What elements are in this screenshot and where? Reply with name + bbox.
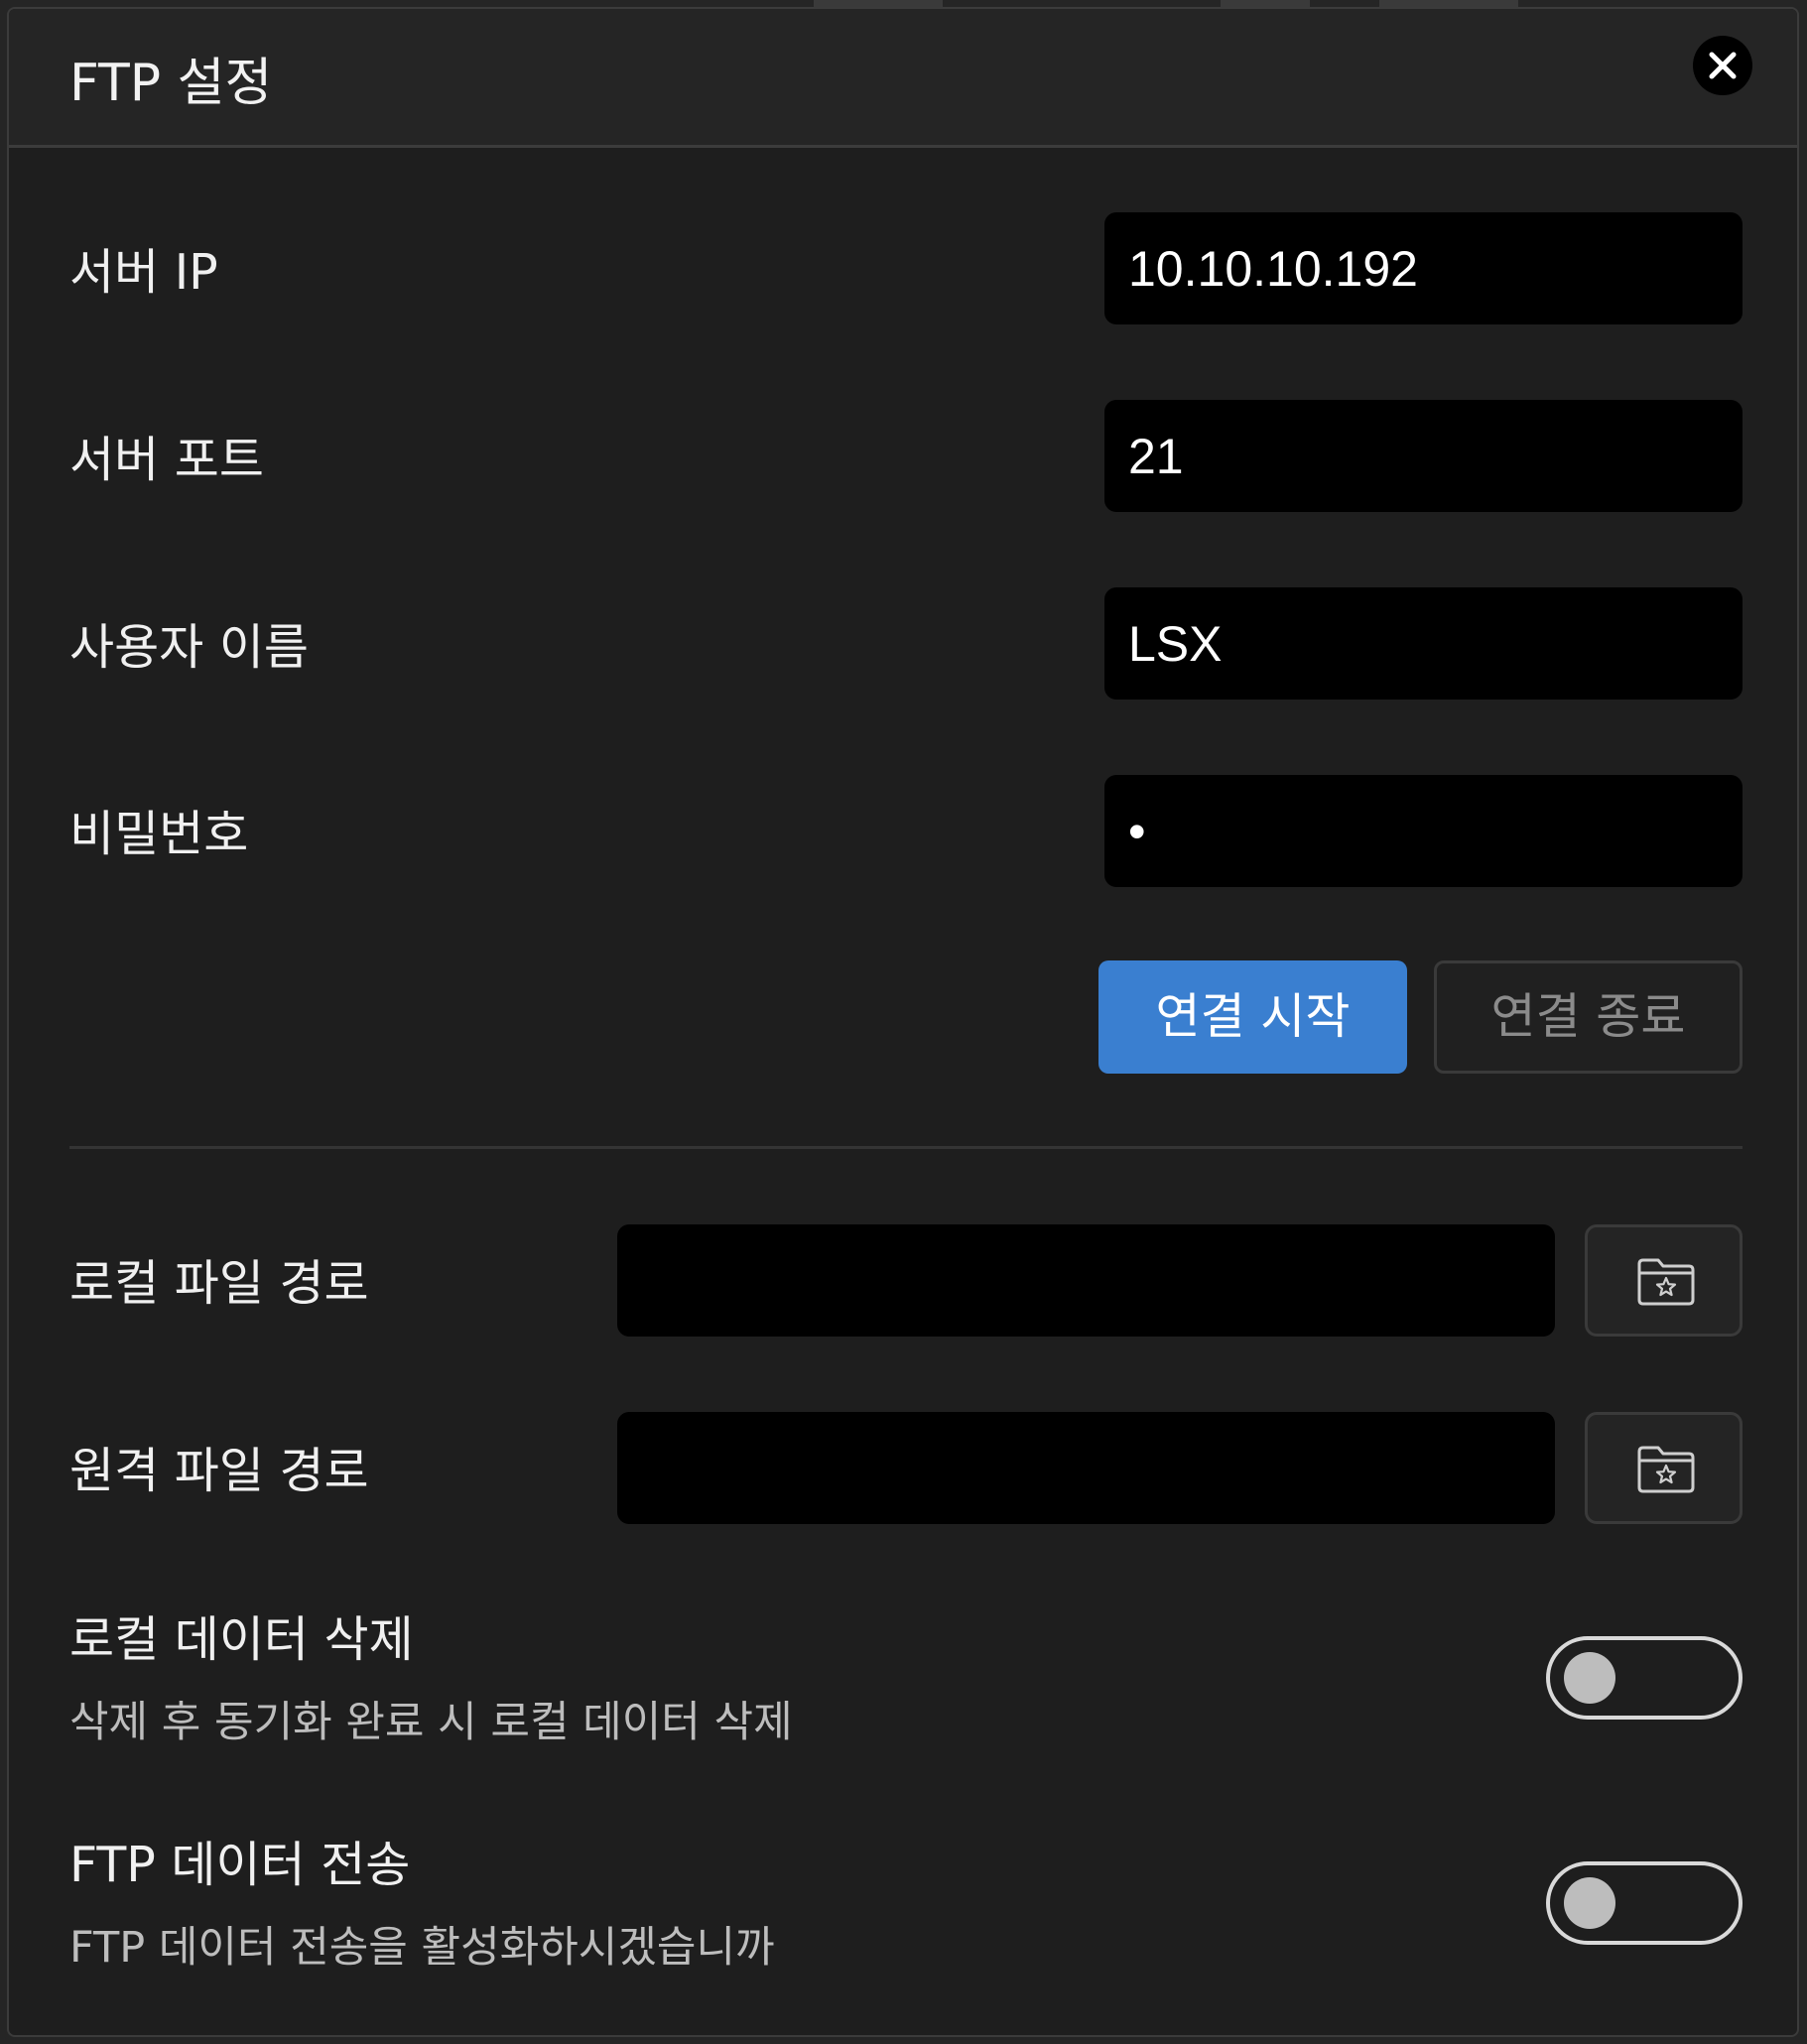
toggle-knob xyxy=(1564,1652,1615,1704)
remote-path-browse-button[interactable] xyxy=(1585,1412,1742,1524)
username-label: 사용자 이름 xyxy=(69,619,309,676)
close-icon xyxy=(1709,52,1737,79)
disconnect-button[interactable]: 연결 종료 xyxy=(1434,960,1742,1074)
remote-path-input[interactable] xyxy=(617,1412,1555,1524)
delete-local-description: 삭제 후 동기화 완료 시 로컬 데이터 삭제 xyxy=(69,1698,793,1747)
ftp-settings-dialog: FTP 설정 서버 IP 서버 포트 사용자 이름 비밀번호 연결 시작 연결 … xyxy=(7,7,1799,2037)
ftp-transfer-toggle[interactable] xyxy=(1546,1861,1742,1945)
close-button[interactable] xyxy=(1693,36,1752,95)
connect-button[interactable]: 연결 시작 xyxy=(1098,960,1407,1074)
delete-local-toggle[interactable] xyxy=(1546,1636,1742,1720)
dialog-header: FTP 설정 xyxy=(9,9,1797,148)
folder-star-icon xyxy=(1637,1446,1695,1493)
delete-local-title: 로컬 데이터 삭제 xyxy=(69,1611,414,1668)
section-divider xyxy=(69,1146,1742,1149)
server-ip-input[interactable] xyxy=(1104,212,1742,324)
server-ip-label: 서버 IP xyxy=(69,244,218,301)
ftp-transfer-description: FTP 데이터 전송을 활성화하시겠습니까 xyxy=(69,1923,775,1973)
local-path-input[interactable] xyxy=(617,1224,1555,1337)
local-path-label: 로컬 파일 경로 xyxy=(69,1255,369,1312)
username-input[interactable] xyxy=(1104,587,1742,700)
ftp-transfer-title: FTP 데이터 전송 xyxy=(69,1837,411,1893)
dialog-title: FTP 설정 xyxy=(69,54,273,113)
password-input[interactable] xyxy=(1104,775,1742,887)
server-port-label: 서버 포트 xyxy=(69,432,264,488)
folder-star-icon xyxy=(1637,1258,1695,1306)
password-label: 비밀번호 xyxy=(69,806,249,862)
server-port-input[interactable] xyxy=(1104,400,1742,512)
toggle-knob xyxy=(1564,1877,1615,1929)
remote-path-label: 원격 파일 경로 xyxy=(69,1443,369,1499)
local-path-browse-button[interactable] xyxy=(1585,1224,1742,1337)
